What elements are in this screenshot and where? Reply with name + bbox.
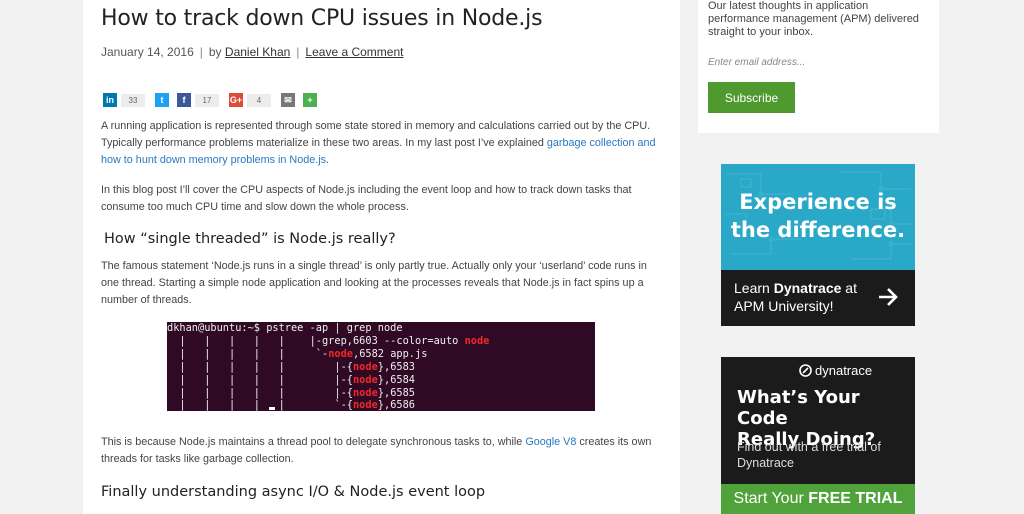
terminal-cursor xyxy=(269,407,275,410)
heading-event-loop: Finally understanding async I/O & Node.j… xyxy=(101,484,486,500)
dynatrace-logo-text: dynatrace xyxy=(815,363,873,378)
post-meta: January 14, 2016 | by Daniel Khan | Leave a … xyxy=(101,45,403,59)
start-free-trial-button[interactable]: Start Your FREE TRIAL xyxy=(721,484,915,514)
meta-separator: | xyxy=(199,45,203,59)
ad-subtext: Find out with a free trial of Dynatrace xyxy=(737,440,881,470)
dynatrace-logo: dynatrace xyxy=(799,363,872,378)
ad-cta-text: Learn Dynatrace at APM University! xyxy=(734,279,874,315)
share-count: 33 xyxy=(121,93,145,107)
share-count: 4 xyxy=(247,93,271,107)
cta-text-bold: FREE TRIAL xyxy=(808,490,903,507)
arrow-right-icon xyxy=(879,288,898,306)
article-panel: How to track down CPU issues in Node.js … xyxy=(83,0,680,514)
page-title: How to track down CPU issues in Node.js xyxy=(101,6,543,31)
share-bar: in 33 t f 17 G+ 4 ✉ + xyxy=(103,92,325,108)
newsletter-description: Our latest thoughts in application perfo… xyxy=(708,0,919,38)
terminal-screenshot: dkhan@ubuntu:~$ pstree -ap | grep node |… xyxy=(167,322,595,411)
email-icon[interactable]: ✉ xyxy=(281,93,295,107)
ad-headline-line: the difference. xyxy=(730,218,906,242)
dynatrace-logo-icon xyxy=(799,364,812,377)
leave-comment-link[interactable]: Leave a Comment xyxy=(305,45,403,59)
ad-cta-bar: Learn Dynatrace at APM University! xyxy=(721,270,915,326)
ad-apm-university[interactable]: Experience is the difference. Learn Dyna… xyxy=(721,164,915,326)
twitter-icon[interactable]: t xyxy=(155,93,169,107)
ad-headline-line: Experience is xyxy=(739,190,897,214)
ad-cta-word: APM University! xyxy=(734,298,834,314)
email-input[interactable] xyxy=(708,54,923,70)
paragraph-text: . xyxy=(326,154,330,166)
googleplus-icon[interactable]: G+ xyxy=(229,93,243,107)
google-v8-link[interactable]: Google V8 xyxy=(525,436,576,448)
ad-cta-word: at xyxy=(841,280,857,296)
ad-free-trial[interactable]: dynatrace What’s Your Code Really Doing?… xyxy=(721,357,915,514)
newsletter-box: Our latest thoughts in application perfo… xyxy=(698,0,939,133)
paragraph-threads: The famous statement ‘Node.js runs in a … xyxy=(101,260,647,306)
paragraph-cpu: In this blog post I’ll cover the CPU asp… xyxy=(101,184,632,213)
share-count: 17 xyxy=(195,93,219,107)
by-label: by xyxy=(208,45,222,59)
facebook-icon[interactable]: f xyxy=(177,93,191,107)
ad-brand: Dynatrace xyxy=(773,280,842,296)
ad-cta-word: Learn xyxy=(734,280,774,296)
sidebar: Our latest thoughts in application perfo… xyxy=(698,0,939,514)
cta-text: Start Your xyxy=(733,490,809,507)
author-link[interactable]: Daniel Khan xyxy=(225,45,290,59)
heading-single-threaded: How “single threaded” is Node.js really? xyxy=(104,231,396,247)
linkedin-icon[interactable]: in xyxy=(103,93,117,107)
terminal-output: dkhan@ubuntu:~$ pstree -ap | grep node |… xyxy=(167,322,490,411)
subscribe-button[interactable]: Subscribe xyxy=(708,82,795,113)
paragraph-threadpool: This is because Node.js maintains a thre… xyxy=(101,434,666,468)
paragraph-intro: A running application is represented thr… xyxy=(101,118,666,169)
paragraph-text: This is because Node.js maintains a thre… xyxy=(101,436,526,448)
ad-headline-line: What’s Your Code xyxy=(737,387,860,429)
post-date: January 14, 2016 xyxy=(101,45,194,59)
meta-separator: | xyxy=(296,45,300,59)
more-share-icon[interactable]: + xyxy=(303,93,317,107)
ad-headline: Experience is the difference. xyxy=(721,188,915,244)
